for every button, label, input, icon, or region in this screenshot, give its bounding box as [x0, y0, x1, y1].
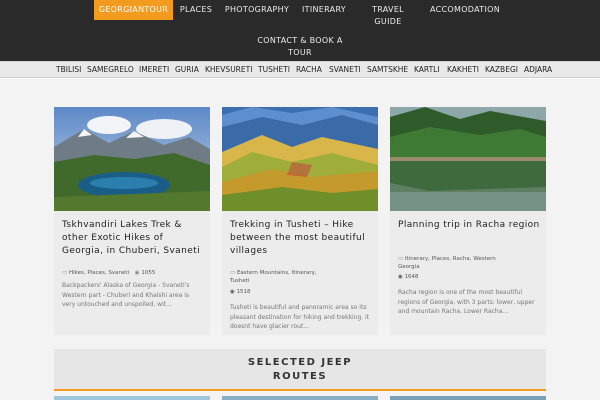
nav-item-travel-guide-line1: TRAVEL: [372, 5, 404, 14]
post-views: 1518: [236, 289, 251, 295]
next-row-image[interactable]: [390, 396, 546, 400]
region-samegrelo[interactable]: SAMEGRELO: [87, 62, 134, 77]
region-tusheti[interactable]: TUSHETI: [258, 62, 290, 77]
region-khevsureti[interactable]: KHEVSURETI: [205, 62, 252, 77]
post-categories[interactable]: ▭ Itinerary, Places, Racha, Western Geor…: [398, 255, 496, 271]
selected-jeep-routes-header: SELECTED JEEP ROUTES: [54, 349, 546, 391]
region-kakheti[interactable]: KAKHETI: [447, 62, 479, 77]
post-views-row: ◉ 1518: [230, 289, 251, 295]
post-categories-text-line1[interactable]: Itinerary, Places, Racha, Western: [405, 256, 496, 262]
nav-item-accomodation[interactable]: ACCOMODATION: [424, 4, 506, 16]
nav-item-itinerary[interactable]: ITINERARY: [296, 4, 352, 16]
nav-item-photography[interactable]: PHOTOGRAPHY: [222, 4, 292, 16]
post-categories-text-line2[interactable]: Tusheti: [230, 277, 317, 285]
region-kartli[interactable]: KARTLI: [414, 62, 440, 77]
nav-item-georgiantour[interactable]: GEORGIANTOUR: [94, 0, 173, 20]
region-navigation: TBILISI SAMEGRELO IMERETI GURIA KHEVSURE…: [0, 61, 600, 78]
post-title[interactable]: Tskhvandiri Lakes Trek & other Exotic Hi…: [62, 219, 204, 258]
folder-icon: ▭: [62, 270, 68, 276]
nav-item-places[interactable]: PLACES: [176, 4, 216, 16]
eye-icon: ◉: [398, 274, 403, 280]
post-card-racha[interactable]: Planning trip in Racha region ▭ Itinerar…: [390, 107, 546, 335]
eye-icon: ◉: [134, 270, 140, 276]
nav-item-contact-line1: CONTACT & BOOK A: [257, 36, 343, 45]
post-card-tusheti[interactable]: Trekking in Tusheti – Hike between the m…: [222, 107, 378, 335]
post-card-tskhvandiri[interactable]: Tskhvandiri Lakes Trek & other Exotic Hi…: [54, 107, 210, 335]
post-title[interactable]: Trekking in Tusheti – Hike between the m…: [230, 219, 372, 258]
post-views-row: ◉ 1648: [398, 274, 419, 280]
post-image-tusheti-hills[interactable]: [222, 107, 378, 211]
post-excerpt: Racha region is one of the most beautifu…: [398, 289, 535, 315]
region-svaneti[interactable]: SVANETI: [329, 62, 361, 77]
nav-item-travel-guide[interactable]: TRAVEL GUIDE: [362, 4, 414, 28]
region-tbilisi[interactable]: TBILISI: [56, 62, 81, 77]
post-excerpt: Backpackers' Alaska of Georgia - Svaneti…: [62, 282, 190, 308]
section-title: SELECTED JEEP ROUTES: [54, 356, 546, 384]
region-guria[interactable]: GURIA: [175, 62, 199, 77]
post-image-racha-lake[interactable]: [390, 107, 546, 211]
region-samtskhe[interactable]: SAMTSKHE: [367, 62, 408, 77]
region-kazbegi[interactable]: KAZBEGI: [485, 62, 518, 77]
nav-item-contact-line2: TOUR: [288, 48, 312, 57]
post-views: 1055: [141, 270, 156, 276]
post-title[interactable]: Planning trip in Racha region: [398, 219, 540, 232]
post-categories-text-line1[interactable]: Eastern Mountains, Itinerary,: [237, 270, 317, 276]
section-title-line2: ROUTES: [272, 371, 328, 382]
folder-icon: ▭: [230, 270, 236, 276]
post-views: 1648: [404, 274, 419, 280]
region-racha[interactable]: RACHA: [296, 62, 322, 77]
post-categories[interactable]: ▭ Hikes, Places, Svaneti ◉ 1055: [62, 269, 155, 277]
region-adjara[interactable]: ADJARA: [524, 62, 552, 77]
next-row-image[interactable]: [222, 396, 378, 400]
post-categories-text-line2[interactable]: Georgia: [398, 263, 496, 271]
post-excerpt: Tusheti is beautiful and panoramic area …: [230, 304, 370, 330]
section-title-line1: SELECTED JEEP: [247, 357, 353, 368]
region-imereti[interactable]: IMERETI: [139, 62, 169, 77]
folder-icon: ▭: [398, 256, 404, 262]
top-navigation: GEORGIANTOUR PLACES PHOTOGRAPHY ITINERAR…: [0, 0, 600, 61]
nav-item-contact-book[interactable]: CONTACT & BOOK A TOUR: [252, 35, 348, 59]
nav-item-travel-guide-line2: GUIDE: [374, 17, 402, 26]
post-categories[interactable]: ▭ Eastern Mountains, Itinerary, Tusheti: [230, 269, 317, 285]
post-image-lake-mountains[interactable]: [54, 107, 210, 211]
next-row-image[interactable]: [54, 396, 210, 400]
post-categories-text[interactable]: Hikes, Places, Svaneti: [69, 270, 129, 276]
main-content: Tskhvandiri Lakes Trek & other Exotic Hi…: [0, 79, 600, 400]
eye-icon: ◉: [230, 289, 235, 295]
